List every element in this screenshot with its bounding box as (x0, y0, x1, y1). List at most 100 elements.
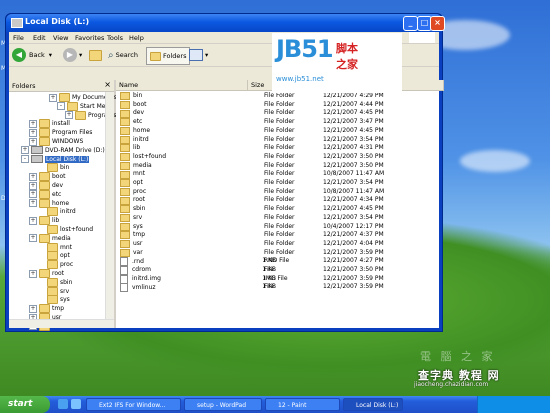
file-row[interactable]: proc File Folder 10/8/2007 11:47 AM (116, 188, 439, 197)
drive-icon (31, 146, 43, 155)
file-row[interactable]: bin File Folder 12/21/2007 4:29 PM (116, 92, 439, 101)
tree-item[interactable]: + root (29, 269, 64, 278)
file-row[interactable]: cdrom 1 KB File 12/21/2007 3:50 PM (116, 266, 439, 275)
expander-icon[interactable]: + (29, 137, 37, 146)
menu-view[interactable]: View (53, 34, 68, 42)
close-button[interactable]: × (430, 16, 445, 31)
file-row[interactable]: etc File Folder 12/21/2007 3:47 PM (116, 118, 439, 127)
tree-item[interactable]: lost+found (37, 225, 93, 234)
menu-help[interactable]: Help (129, 34, 144, 42)
expander-icon[interactable]: + (29, 181, 37, 190)
file-row[interactable]: initrd.img 1 KB IMG File 12/21/2007 3:59 PM (116, 274, 439, 284)
tree-item[interactable]: - Local Disk (L:) (21, 155, 90, 164)
expander-icon[interactable]: + (29, 269, 37, 278)
tree-item[interactable]: + dev (29, 181, 63, 190)
file-row[interactable]: vmlinuz 1 KB File 12/21/2007 3:59 PM (116, 283, 439, 293)
file-row[interactable]: lib File Folder 12/21/2007 4:31 PM (116, 144, 439, 153)
tree-item[interactable]: + media (29, 233, 71, 243)
tree-item[interactable]: proc (37, 260, 73, 270)
file-name: var (133, 248, 143, 256)
expander-icon[interactable]: + (65, 111, 73, 120)
show-desktop-icon[interactable] (71, 399, 81, 409)
internet-explorer-icon[interactable] (58, 399, 68, 409)
column-name[interactable]: Name (116, 80, 248, 91)
tree-item[interactable]: sbin (37, 277, 72, 287)
search-button[interactable]: ⌕ Search (108, 47, 138, 63)
file-row[interactable]: root File Folder 12/21/2007 4:34 PM (116, 196, 439, 205)
file-type: File Folder (264, 231, 295, 239)
expander-icon[interactable]: + (29, 119, 37, 128)
menu-edit[interactable]: Edit (33, 34, 46, 42)
tree-item[interactable]: bin (37, 163, 69, 173)
task-wordpad[interactable]: setup - WordPad (184, 398, 262, 411)
back-button[interactable]: ◀ Back ▾ (12, 47, 52, 63)
tree-item[interactable]: + install (29, 119, 70, 129)
expander-icon[interactable]: + (49, 93, 57, 102)
title-bar[interactable]: Local Disk (L:) _ □ × (6, 14, 445, 32)
file-row[interactable]: lost+found File Folder 12/21/2007 3:50 PM (116, 153, 439, 162)
file-row[interactable]: mnt File Folder 10/8/2007 11:47 AM (116, 170, 439, 179)
system-tray (477, 396, 550, 413)
task-ext2-ifs[interactable]: Ext2 IFS For Window... (86, 398, 181, 411)
file-row[interactable]: srv File Folder 12/21/2007 3:54 PM (116, 214, 439, 223)
file-row[interactable]: sbin File Folder 12/21/2007 4:45 PM (116, 205, 439, 214)
file-row[interactable]: var File Folder 12/21/2007 3:59 PM (116, 249, 439, 258)
expander-icon[interactable]: + (29, 190, 37, 199)
tree-item[interactable]: mnt (37, 242, 72, 252)
expander-icon[interactable]: + (29, 216, 37, 225)
expander-icon[interactable]: + (21, 146, 29, 155)
folder-icon (47, 225, 58, 234)
tree-item[interactable]: srv (37, 286, 69, 296)
file-row[interactable]: usr File Folder 12/21/2007 4:04 PM (116, 240, 439, 249)
file-name: etc (133, 118, 143, 126)
file-name-cell: initrd.img (120, 274, 161, 284)
file-row[interactable]: opt File Folder 12/21/2007 3:54 PM (116, 179, 439, 188)
tree-item[interactable]: + WINDOWS (29, 137, 83, 146)
chevron-down-icon: ▾ (48, 51, 53, 59)
folders-horizontal-scrollbar[interactable] (9, 319, 114, 328)
tree-item[interactable]: + DVD-RAM Drive (D:) (21, 146, 105, 155)
file-row[interactable]: home File Folder 12/21/2007 4:45 PM (116, 127, 439, 136)
minimize-button[interactable]: _ (403, 16, 418, 31)
expander-icon[interactable]: + (29, 199, 37, 208)
tree-item-label: tmp (52, 305, 65, 313)
tree-item[interactable]: + boot (29, 172, 66, 182)
tree-item[interactable]: + tmp (29, 304, 65, 314)
expander-icon[interactable]: + (29, 172, 37, 181)
menu-file[interactable]: File (13, 34, 24, 42)
folders-button[interactable]: Folders (146, 47, 191, 65)
menu-favorites[interactable]: Favorites (75, 34, 104, 42)
menu-tools[interactable]: Tools (107, 34, 123, 42)
tree-item[interactable]: + Program Files (29, 128, 92, 138)
folder-icon (39, 189, 50, 199)
forward-button[interactable]: ▶ ▾ (63, 47, 82, 63)
start-button[interactable]: start (0, 396, 50, 413)
close-icon[interactable]: × (104, 80, 111, 89)
file-row[interactable]: .rnd 1 KB RND File 12/21/2007 4:27 PM (116, 257, 439, 267)
file-modified: 12/21/2007 3:59 PM (323, 283, 384, 291)
file-row[interactable]: boot File Folder 12/21/2007 4:44 PM (116, 101, 439, 110)
tree-item[interactable]: + lib (29, 216, 59, 226)
folder-icon (47, 295, 58, 305)
task-paint[interactable]: 12 - Paint (265, 398, 340, 411)
file-row[interactable]: tmp File Folder 12/21/2007 4:37 PM (116, 231, 439, 240)
file-row[interactable]: initrd File Folder 12/21/2007 3:54 PM (116, 136, 439, 145)
tree-item[interactable]: + home (29, 198, 69, 208)
tree-item[interactable]: sys (37, 295, 70, 305)
file-row[interactable]: sys File Folder 10/4/2007 12:17 PM (116, 223, 439, 232)
views-button[interactable]: ▾ (189, 47, 208, 63)
expander-icon[interactable]: - (21, 155, 29, 164)
up-folder-button[interactable] (89, 47, 104, 63)
expander-icon[interactable]: - (57, 102, 65, 111)
expander-icon[interactable]: + (29, 128, 37, 137)
expander-icon[interactable]: + (29, 234, 37, 243)
tree-item[interactable]: opt (37, 251, 70, 261)
tree-item[interactable]: initrd (37, 207, 76, 217)
task-local-disk[interactable]: Local Disk (L:) (343, 398, 403, 411)
file-row[interactable]: dev File Folder 12/21/2007 4:45 PM (116, 109, 439, 118)
folders-vertical-scrollbar[interactable] (105, 92, 114, 320)
tree-item[interactable]: + etc (29, 189, 61, 199)
file-row[interactable]: media File Folder 12/21/2007 3:50 PM (116, 162, 439, 171)
expander-icon[interactable]: + (29, 304, 37, 313)
file-name-cell: initrd (120, 136, 149, 145)
